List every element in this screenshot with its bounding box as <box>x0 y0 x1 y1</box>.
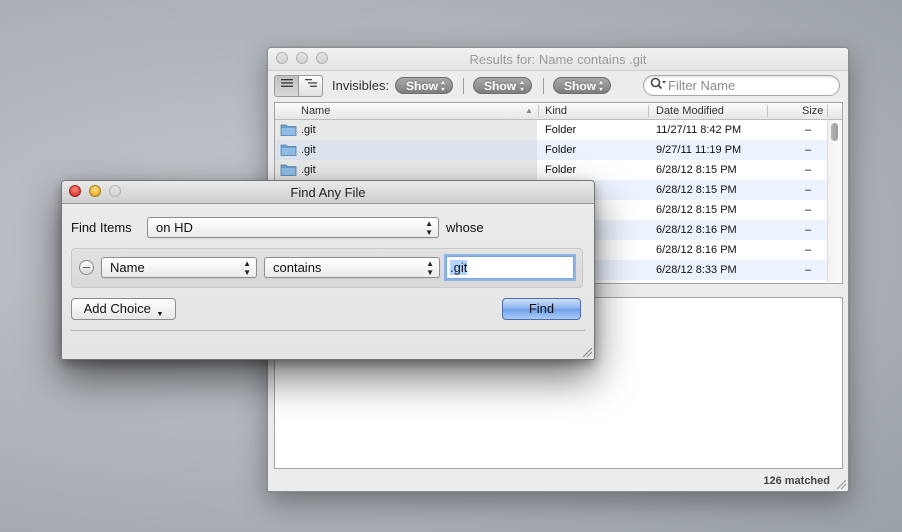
list-view-icon[interactable] <box>275 76 299 96</box>
results-window-title: Results for: Name contains .git <box>469 52 647 67</box>
row-size: – <box>805 124 812 136</box>
row-date: 6/28/12 8:15 PM <box>656 164 737 176</box>
column-divider[interactable] <box>538 105 539 117</box>
search-value-text: .git <box>450 260 468 275</box>
updown-arrows-icon: ▲ ▼ <box>243 259 251 277</box>
row-size: – <box>805 204 812 216</box>
table-row[interactable]: .git Folder 11/27/11 8:42 PM – <box>275 120 827 140</box>
updown-arrows-icon: ▲ ▼ <box>598 80 604 93</box>
find-label: Find <box>528 301 555 316</box>
folder-icon <box>280 124 297 136</box>
find-window-title: Find Any File <box>290 185 366 200</box>
row-date: 9/27/11 11:19 PM <box>656 144 742 156</box>
row-size: – <box>805 264 812 276</box>
resize-grip-icon[interactable] <box>836 479 846 489</box>
toolbar-divider <box>543 78 544 94</box>
find-button[interactable]: Find <box>502 298 581 320</box>
operator-value: contains <box>273 260 322 275</box>
find-any-file-window: Find Any File Find Items on HD ▲ ▼ whose … <box>61 180 595 360</box>
row-size: – <box>805 144 812 156</box>
folder-icon <box>280 144 297 156</box>
match-count: 126 matched <box>763 475 830 487</box>
filter-search-field[interactable] <box>643 75 840 96</box>
row-date: 6/28/12 8:16 PM <box>656 224 737 236</box>
row-size: – <box>805 164 812 176</box>
whose-label: whose <box>446 220 484 235</box>
column-header-date[interactable]: Date Modified <box>656 105 724 117</box>
dropdown-arrow-icon: ▼ <box>156 311 164 318</box>
view-mode-segmented[interactable] <box>274 75 323 97</box>
show-label: Show <box>564 79 596 93</box>
column-divider[interactable] <box>648 105 649 117</box>
column-header-name[interactable]: Name <box>301 105 330 117</box>
column-divider[interactable] <box>767 105 768 117</box>
invisibles-label: Invisibles: <box>332 78 390 93</box>
row-name: .git <box>301 164 316 176</box>
column-header-size[interactable]: Size <box>802 105 823 117</box>
search-value-field[interactable]: .git <box>446 256 574 279</box>
row-date: 6/28/12 8:15 PM <box>656 204 737 216</box>
show-label: Show <box>406 79 438 93</box>
row-name: .git <box>301 144 316 156</box>
show-label: Show <box>484 79 516 93</box>
show-popup-3[interactable]: Show ▲ ▼ <box>553 77 611 94</box>
folder-icon <box>280 164 297 176</box>
sort-ascending-icon: ▲ <box>525 106 533 115</box>
add-choice-button[interactable]: Add Choice ▼ <box>71 298 176 320</box>
row-size: – <box>805 184 812 196</box>
show-popup-2[interactable]: Show ▲ ▼ <box>473 77 532 94</box>
invisibles-show-popup[interactable]: Show ▲ ▼ <box>395 77 453 94</box>
table-row[interactable]: .git Folder 6/28/12 8:15 PM – <box>275 160 827 180</box>
results-toolbar: Invisibles: Show ▲ ▼ Show ▲ ▼ Show ▲ ▼ <box>268 71 848 99</box>
resize-grip-icon[interactable] <box>582 347 592 357</box>
vertical-scrollbar[interactable] <box>827 120 842 282</box>
toolbar-divider <box>463 78 464 94</box>
location-popup[interactable]: on HD ▲ ▼ <box>147 217 439 238</box>
row-date: 6/28/12 8:16 PM <box>656 244 737 256</box>
updown-arrows-icon: ▲ ▼ <box>519 80 525 93</box>
location-value: on HD <box>156 220 193 235</box>
updown-arrows-icon: ▲ ▼ <box>440 80 446 93</box>
row-kind: Folder <box>545 144 577 156</box>
updown-arrows-icon: ▲ ▼ <box>426 259 434 277</box>
row-kind: Folder <box>545 124 577 136</box>
outline-view-icon[interactable] <box>299 76 322 96</box>
attribute-popup[interactable]: Name ▲ ▼ <box>101 257 257 278</box>
row-size: – <box>805 244 812 256</box>
column-divider[interactable] <box>827 105 828 117</box>
results-titlebar[interactable]: Results for: Name contains .git <box>268 48 848 71</box>
add-choice-label: Add Choice <box>83 301 151 316</box>
filter-input[interactable] <box>668 77 828 94</box>
table-header: Name ▲ Kind Date Modified Size <box>275 103 842 120</box>
row-date: 6/28/12 8:33 PM <box>656 264 737 276</box>
find-items-label: Find Items <box>71 220 132 235</box>
row-date: 6/28/12 8:15 PM <box>656 184 737 196</box>
operator-popup[interactable]: contains ▲ ▼ <box>264 257 440 278</box>
updown-arrows-icon: ▲ ▼ <box>425 219 433 237</box>
remove-criterion-button[interactable]: – <box>79 260 94 275</box>
search-icon <box>650 77 666 94</box>
table-row[interactable]: .git Folder 9/27/11 11:19 PM – <box>275 140 827 160</box>
row-name: .git <box>301 124 316 136</box>
attribute-value: Name <box>110 260 145 275</box>
row-size: – <box>805 224 812 236</box>
column-header-kind[interactable]: Kind <box>545 105 567 117</box>
row-date: 11/27/11 8:42 PM <box>656 124 742 136</box>
row-kind: Folder <box>545 164 577 176</box>
window-divider <box>71 330 585 331</box>
find-titlebar[interactable]: Find Any File <box>62 181 594 204</box>
scrollbar-thumb[interactable] <box>831 123 838 141</box>
